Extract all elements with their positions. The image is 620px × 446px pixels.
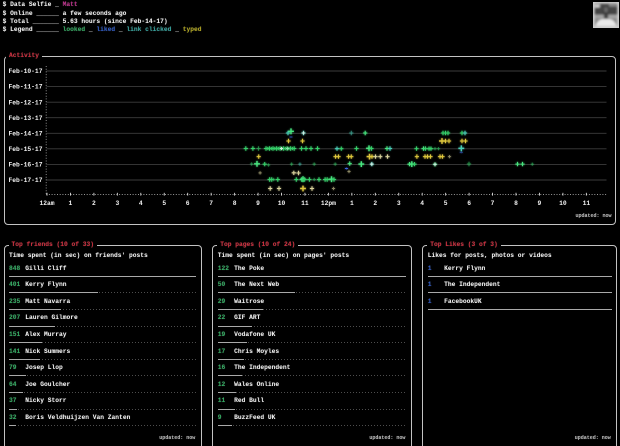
svg-text:5: 5 <box>444 200 448 207</box>
svg-text:Feb-10-17: Feb-10-17 <box>8 68 42 75</box>
svg-text:4: 4 <box>420 200 424 207</box>
svg-text:7: 7 <box>491 200 495 207</box>
svg-text:8: 8 <box>514 200 518 207</box>
svg-text:9: 9 <box>538 200 542 207</box>
svg-text:6: 6 <box>467 200 471 207</box>
svg-text:7: 7 <box>209 200 213 207</box>
svg-text:10: 10 <box>278 200 286 207</box>
svg-text:11: 11 <box>583 200 591 207</box>
svg-text:1: 1 <box>69 200 73 207</box>
svg-text:2: 2 <box>373 200 377 207</box>
svg-text:6: 6 <box>186 200 190 207</box>
svg-text:1: 1 <box>350 200 354 207</box>
svg-text:2: 2 <box>92 200 96 207</box>
svg-text:11: 11 <box>301 200 309 207</box>
svg-text:12pm: 12pm <box>321 200 336 207</box>
svg-text:4: 4 <box>139 200 143 207</box>
svg-text:Feb-13-17: Feb-13-17 <box>8 115 42 122</box>
svg-text:9: 9 <box>256 200 260 207</box>
svg-text:10: 10 <box>559 200 567 207</box>
svg-text:Feb-16-17: Feb-16-17 <box>8 162 42 169</box>
svg-text:Feb-12-17: Feb-12-17 <box>8 99 42 106</box>
svg-text:8: 8 <box>233 200 237 207</box>
svg-text:Feb-14-17: Feb-14-17 <box>8 130 42 137</box>
svg-text:12am: 12am <box>39 200 54 207</box>
svg-text:Feb-15-17: Feb-15-17 <box>8 146 42 153</box>
svg-text:Feb-11-17: Feb-11-17 <box>8 84 42 91</box>
svg-text:3: 3 <box>397 200 401 207</box>
svg-text:Feb-17-17: Feb-17-17 <box>8 177 42 184</box>
svg-text:3: 3 <box>115 200 119 207</box>
svg-text:5: 5 <box>162 200 166 207</box>
